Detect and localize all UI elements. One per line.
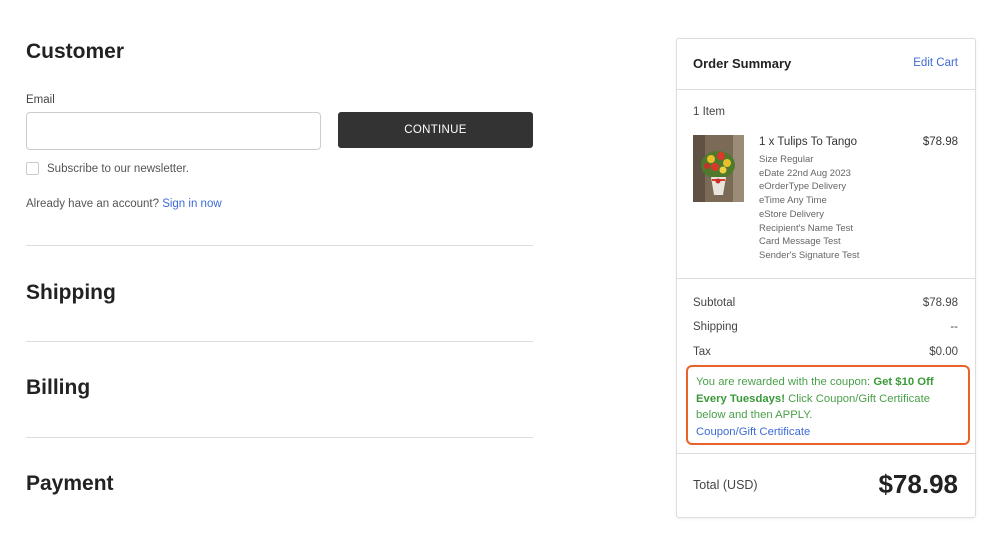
shipping-row: Shipping -- — [693, 321, 958, 333]
section-divider — [26, 245, 533, 246]
email-label: Email — [26, 94, 55, 106]
product-price: $78.98 — [922, 136, 958, 148]
customer-section-title: Customer — [26, 40, 125, 63]
total-label: Total (USD) — [693, 478, 758, 492]
order-summary-header: Order Summary Edit Cart — [677, 39, 975, 90]
product-option: eStore Delivery — [759, 208, 824, 220]
product-name: 1 x Tulips To Tango — [759, 136, 858, 148]
product-option: Sender's Signature Test — [759, 249, 860, 261]
product-option: eTime Any Time — [759, 195, 827, 207]
shipping-section-title[interactable]: Shipping — [26, 281, 116, 305]
coupon-reward-notice: You are rewarded with the coupon: Get $1… — [686, 365, 970, 445]
order-summary-title: Order Summary — [693, 56, 792, 71]
tax-row: Tax $0.00 — [693, 346, 958, 358]
continue-button[interactable]: CONTINUE — [338, 112, 533, 148]
newsletter-checkbox[interactable] — [26, 162, 39, 175]
billing-section-title[interactable]: Billing — [26, 376, 90, 400]
email-input[interactable] — [26, 112, 321, 150]
shipping-label: Shipping — [693, 321, 738, 333]
total-value: $78.98 — [878, 469, 958, 499]
tax-label: Tax — [693, 346, 711, 358]
newsletter-option[interactable]: Subscribe to our newsletter. — [26, 162, 189, 175]
edit-cart-link[interactable]: Edit Cart — [913, 57, 958, 69]
sign-in-link[interactable]: Sign in now — [162, 198, 221, 210]
account-prompt-text: Already have an account? — [26, 198, 159, 210]
payment-section-title[interactable]: Payment — [26, 472, 114, 496]
summary-divider — [677, 278, 975, 279]
tulips-bouquet-image — [693, 135, 744, 202]
shipping-value: -- — [950, 321, 958, 333]
product-option: Card Message Test — [759, 236, 841, 248]
product-options: Size Regular eDate 22nd Aug 2023 eOrderT… — [759, 153, 859, 263]
subtotal-value: $78.98 — [922, 297, 958, 309]
coupon-text-before: You are rewarded with the coupon: — [696, 376, 874, 388]
order-summary-panel: Order Summary Edit Cart 1 Item 1 x Tulip… — [676, 38, 976, 518]
product-option: eOrderType Delivery — [759, 181, 847, 193]
newsletter-label: Subscribe to our newsletter. — [47, 162, 189, 175]
section-divider — [26, 341, 533, 342]
product-option: Recipient's Name Test — [759, 222, 854, 234]
product-image — [693, 135, 744, 202]
coupon-gift-certificate-link[interactable]: Coupon/Gift Certificate — [696, 424, 960, 441]
tax-value: $0.00 — [929, 346, 958, 358]
section-divider — [26, 437, 533, 438]
summary-divider — [677, 453, 975, 454]
items-count: 1 Item — [693, 106, 725, 118]
subtotal-row: Subtotal $78.98 — [693, 297, 958, 309]
product-option: Size Regular — [759, 154, 814, 165]
product-option: eDate 22nd Aug 2023 — [759, 167, 851, 179]
subtotal-label: Subtotal — [693, 297, 736, 309]
account-prompt: Already have an account? Sign in now — [26, 198, 222, 210]
